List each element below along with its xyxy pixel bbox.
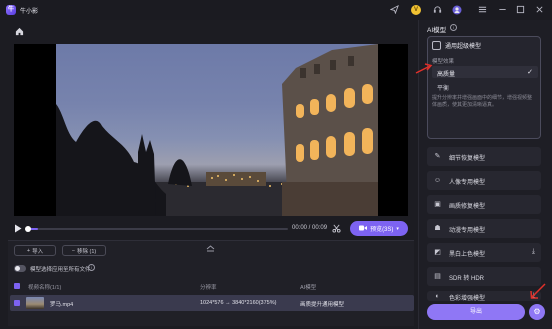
general-model-header: 通用超级模型 xyxy=(432,41,481,50)
model-row-color[interactable]: ◐ 色彩增强模型 ⤓ xyxy=(427,291,541,302)
model-row-repair[interactable]: ▣ 画质修复模型 xyxy=(427,195,541,214)
file-name: 罗马.mp4 xyxy=(50,302,74,308)
model-row-detail[interactable]: ✎ 细节恢复模型 xyxy=(427,147,541,166)
minus-icon: − xyxy=(71,247,75,254)
model-label: SDR 转 HDR xyxy=(449,276,485,282)
close-icon[interactable] xyxy=(534,5,544,15)
model-label: 画质修复模型 xyxy=(449,204,486,210)
timecode: 00:00 / 00:09 xyxy=(292,225,328,231)
export-button[interactable]: 导出 xyxy=(427,304,525,320)
collapse-icon[interactable] xyxy=(206,245,215,254)
table-header: 视频名称(1/1) 分辨率 AI模型 xyxy=(8,279,414,292)
preview-button[interactable]: 预览(3S) ▾ xyxy=(350,221,408,236)
home-icon[interactable] xyxy=(15,27,24,36)
headset-icon[interactable] xyxy=(432,5,442,15)
panel-title: AI模型 xyxy=(427,27,447,34)
row-checkbox[interactable] xyxy=(14,300,20,306)
minimize-icon[interactable] xyxy=(497,5,507,15)
progress-track[interactable] xyxy=(28,228,288,230)
image-icon xyxy=(432,41,441,50)
remove-button[interactable]: − 移除 (1) xyxy=(62,245,106,256)
model-label: 细节恢复模型 xyxy=(449,156,486,162)
resolution-value: 1024*576 → 3840*2160(375%) xyxy=(200,300,277,306)
annotation-arrow-icon xyxy=(530,283,546,299)
column-header-resolution: 分辨率 xyxy=(200,285,217,291)
chevron-down-icon: ▾ xyxy=(396,225,399,232)
plus-icon: + xyxy=(26,247,31,254)
preview-camera-icon xyxy=(359,225,368,233)
file-list-panel: + 导入 − 移除 (1) 模型选择应用至所有文件 i 视频名称(1/1) 分辨… xyxy=(8,240,414,326)
preview-label: 预览(3S) xyxy=(370,227,394,233)
video-preview xyxy=(14,44,408,216)
maximize-icon[interactable] xyxy=(515,5,525,15)
general-model-card[interactable]: 通用超级模型 模型效果 高质量 ✓ 平衡 提升分辨率并增强画面中的细节，增强视频… xyxy=(427,36,541,139)
app-title: 牛小影 xyxy=(20,9,39,15)
option-label: 高质量 xyxy=(437,72,456,78)
model-row-colorize[interactable]: ◩ 黑白上色模型 ⤓ xyxy=(427,243,541,262)
anime-icon: ☗ xyxy=(434,225,441,232)
model-row-hdr[interactable]: ▤ SDR 转 HDR xyxy=(427,267,541,286)
apply-all-toggle[interactable] xyxy=(14,265,26,272)
send-icon[interactable] xyxy=(389,4,399,15)
model-value: 画质提升通用模型 xyxy=(300,302,345,308)
option-high-quality[interactable]: 高质量 ✓ xyxy=(432,66,538,78)
effect-label: 模型效果 xyxy=(432,59,455,65)
settings-gear-icon[interactable]: ⚙ xyxy=(529,304,545,320)
column-header-model: AI模型 xyxy=(300,285,317,291)
model-description: 提升分辨率并增强画面中的细节，增强视频整体画质，使其更加清晰逼真。 xyxy=(432,95,533,108)
model-label: 色彩增强模型 xyxy=(449,296,486,302)
vip-badge[interactable]: V xyxy=(411,5,421,15)
check-icon: ✓ xyxy=(527,69,533,76)
detail-icon: ✎ xyxy=(434,153,441,160)
user-avatar-icon[interactable] xyxy=(452,5,462,15)
model-label: 黑白上色模型 xyxy=(449,252,486,258)
table-row[interactable]: 罗马.mp4 1024*576 → 3840*2160(375%) 画质提升通用… xyxy=(10,295,414,311)
option-balanced[interactable]: 平衡 xyxy=(432,80,538,92)
video-thumbnail xyxy=(26,297,44,309)
app-logo: 牛 xyxy=(6,5,16,15)
annotation-arrow-icon xyxy=(415,63,433,74)
colorize-icon: ◩ xyxy=(434,249,441,256)
download-icon[interactable]: ⤓ xyxy=(532,248,535,256)
progress-handle[interactable] xyxy=(25,226,31,232)
scissors-icon[interactable] xyxy=(332,224,341,233)
general-model-label: 通用超级模型 xyxy=(445,44,482,50)
info-icon[interactable]: i xyxy=(450,24,457,31)
video-frame-image xyxy=(56,44,378,216)
repair-icon: ▣ xyxy=(434,201,441,208)
model-row-portrait[interactable]: ☺ 人像专用模型 xyxy=(427,171,541,190)
import-button[interactable]: + 导入 xyxy=(14,245,56,256)
import-label: 导入 xyxy=(32,248,44,255)
play-icon[interactable] xyxy=(14,224,22,233)
select-all-checkbox[interactable] xyxy=(14,283,20,289)
player-controls: 00:00 / 00:09 预览(3S) ▾ xyxy=(14,221,408,237)
menu-icon[interactable] xyxy=(477,5,487,15)
hdr-icon: ▤ xyxy=(434,273,441,280)
remove-label: 移除 (1) xyxy=(76,248,97,255)
column-header-name: 视频名称(1/1) xyxy=(28,285,62,291)
title-bar: 牛 牛小影 V xyxy=(0,0,552,20)
model-label: 人像专用模型 xyxy=(449,180,486,186)
face-icon: ☺ xyxy=(433,177,442,184)
palette-icon: ◐ xyxy=(435,293,440,300)
info-icon[interactable]: i xyxy=(88,264,95,271)
option-label: 平衡 xyxy=(437,86,450,92)
apply-all-label: 模型选择应用至所有文件 xyxy=(30,267,91,273)
model-row-anime[interactable]: ☗ 动漫专用模型 xyxy=(427,219,541,238)
model-label: 动漫专用模型 xyxy=(449,228,486,234)
